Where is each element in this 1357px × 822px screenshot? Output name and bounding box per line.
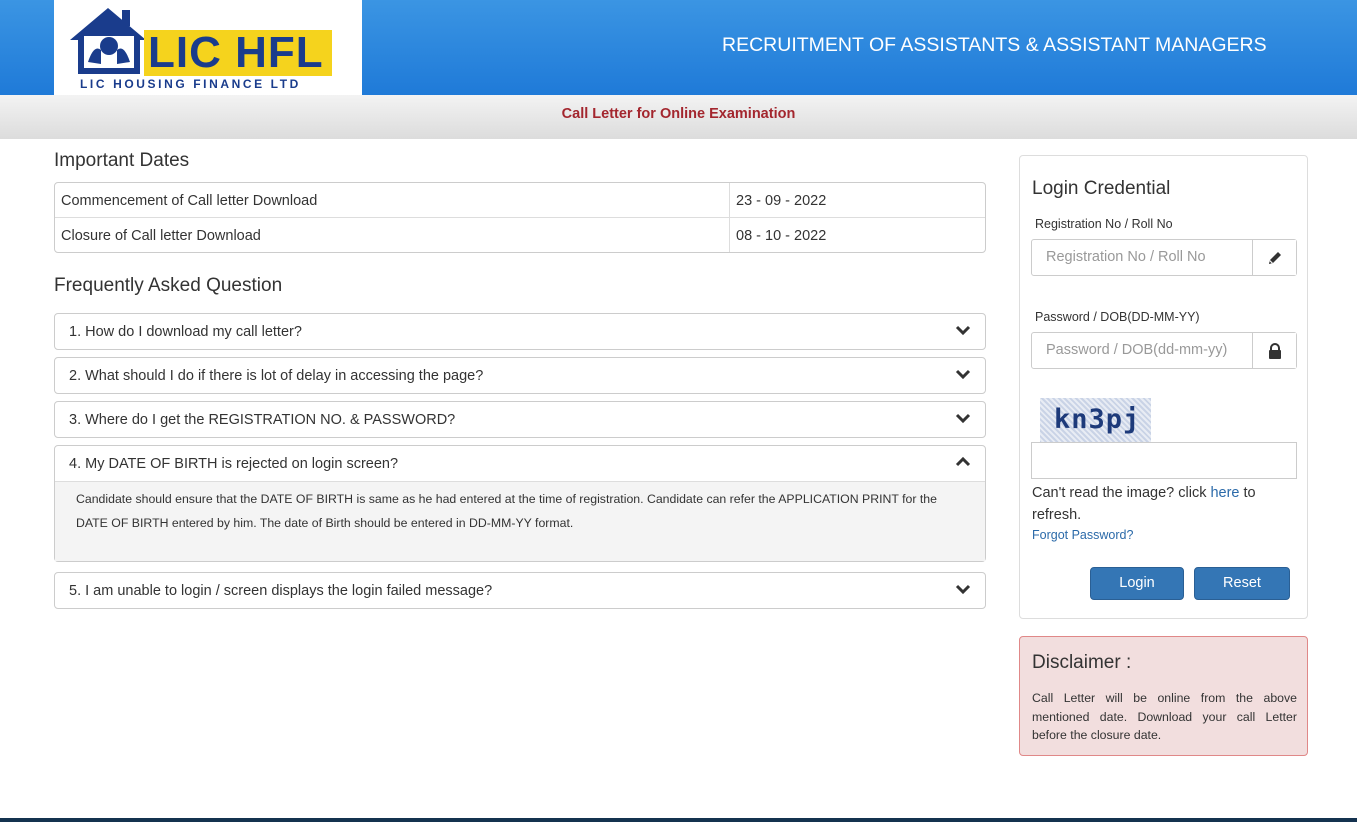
house-logo-icon — [70, 8, 146, 74]
disclaimer-title: Disclaimer : — [1032, 652, 1132, 673]
captcha-image: kn3pj — [1040, 398, 1151, 443]
faq-item-3[interactable]: 3. Where do I get the REGISTRATION NO. &… — [54, 401, 986, 438]
faq-question-text: 4. My DATE OF BIRTH is rejected on login… — [69, 456, 399, 472]
faq-item-1[interactable]: 1. How do I download my call letter? — [54, 313, 986, 350]
faq-question-text: 1. How do I download my call letter? — [69, 324, 302, 340]
important-dates-table: Commencement of Call letter Download 23 … — [54, 182, 986, 253]
registration-label: Registration No / Roll No — [1035, 217, 1173, 231]
disclaimer-text: Call Letter will be online from the abov… — [1032, 691, 1297, 742]
registration-input[interactable]: Registration No / Roll No — [1032, 240, 1253, 275]
login-button[interactable]: Login — [1090, 567, 1184, 600]
refresh-captcha-link[interactable]: here — [1210, 485, 1239, 501]
faq-question[interactable]: 4. My DATE OF BIRTH is rejected on login… — [55, 446, 985, 481]
logo-text: LIC HFL — [148, 28, 324, 77]
faq-question[interactable]: 1. How do I download my call letter? — [55, 314, 985, 349]
chevron-down-icon[interactable] — [955, 581, 971, 597]
lock-icon — [1253, 333, 1296, 368]
chevron-up-icon[interactable] — [955, 454, 971, 470]
faq-item-5[interactable]: 5. I am unable to login / screen display… — [54, 572, 986, 609]
important-dates-heading: Important Dates — [54, 150, 190, 171]
registration-input-group[interactable]: Registration No / Roll No — [1031, 239, 1297, 276]
captcha-text: kn3pj — [1054, 404, 1141, 435]
site-header: LIC HFL LIC HOUSING FINANCE LTD RECRUITM… — [0, 0, 1357, 95]
faq-question[interactable]: 2. What should I do if there is lot of d… — [55, 358, 985, 393]
date-value: 08 - 10 - 2022 — [736, 228, 827, 244]
subheader-bar: Call Letter for Online Examination — [0, 95, 1357, 139]
subheader-title: Call Letter for Online Examination — [561, 106, 796, 122]
faq-question[interactable]: 3. Where do I get the REGISTRATION NO. &… — [55, 402, 985, 437]
password-input-group[interactable]: Password / DOB(dd-mm-yy) — [1031, 332, 1297, 369]
forgot-password-link[interactable]: Forgot Password? — [1032, 528, 1133, 542]
date-value: 23 - 09 - 2022 — [736, 193, 827, 209]
captcha-refresh-text: Can't read the image? click here to refr… — [1032, 482, 1298, 526]
captcha-input[interactable] — [1031, 442, 1297, 479]
pencil-icon — [1253, 240, 1296, 275]
footer-bar — [0, 818, 1357, 822]
faq-item-2[interactable]: 2. What should I do if there is lot of d… — [54, 357, 986, 394]
chevron-down-icon[interactable] — [955, 366, 971, 382]
page-header-title: RECRUITMENT OF ASSISTANTS & ASSISTANT MA… — [722, 34, 1267, 56]
table-row: Closure of Call letter Download 08 - 10 … — [55, 218, 985, 252]
date-label: Commencement of Call letter Download — [55, 183, 730, 217]
chevron-down-icon[interactable] — [955, 322, 971, 338]
faq-question-text: 5. I am unable to login / screen display… — [69, 583, 493, 599]
faq-item-4[interactable]: 4. My DATE OF BIRTH is rejected on login… — [54, 445, 986, 562]
login-title: Login Credential — [1032, 178, 1171, 199]
faq-heading: Frequently Asked Question — [54, 275, 283, 296]
reset-button[interactable]: Reset — [1194, 567, 1290, 600]
table-row: Commencement of Call letter Download 23 … — [55, 183, 985, 218]
faq-answer: Candidate should ensure that the DATE OF… — [55, 481, 985, 561]
chevron-down-icon[interactable] — [955, 410, 971, 426]
password-input[interactable]: Password / DOB(dd-mm-yy) — [1032, 333, 1253, 368]
faq-question[interactable]: 5. I am unable to login / screen display… — [55, 573, 985, 608]
date-label: Closure of Call letter Download — [55, 218, 730, 252]
logo[interactable]: LIC HFL LIC HOUSING FINANCE LTD — [54, 0, 362, 95]
logo-subtext: LIC HOUSING FINANCE LTD — [80, 77, 301, 91]
disclaimer-box: Disclaimer : Call Letter will be online … — [1019, 636, 1308, 756]
faq-question-text: 2. What should I do if there is lot of d… — [69, 368, 484, 384]
password-label: Password / DOB(DD-MM-YY) — [1035, 310, 1200, 324]
login-panel: Login Credential Registration No / Roll … — [1019, 155, 1308, 619]
refresh-prefix: Can't read the image? click — [1032, 485, 1211, 501]
faq-question-text: 3. Where do I get the REGISTRATION NO. &… — [69, 412, 456, 428]
